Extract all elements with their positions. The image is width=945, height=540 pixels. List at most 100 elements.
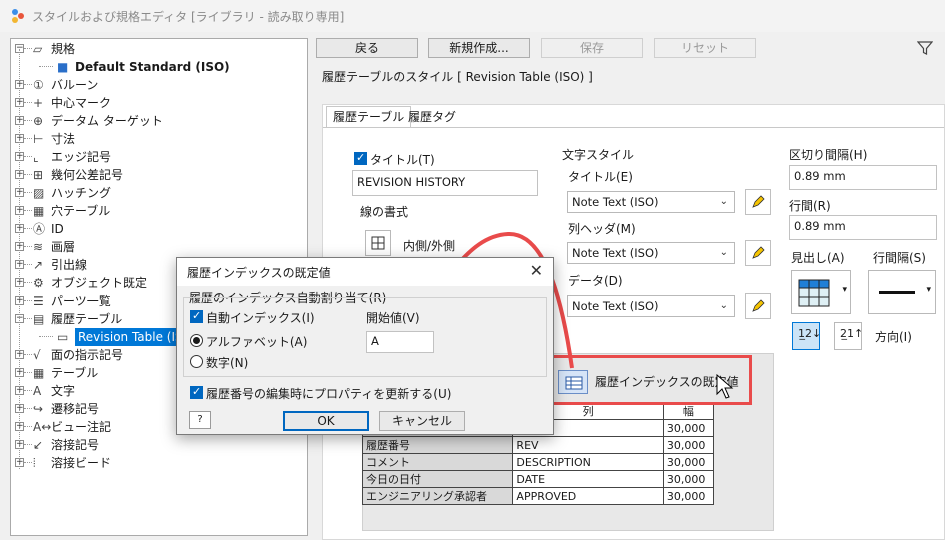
direction-down-button[interactable]: 1̲2↓ — [792, 322, 821, 350]
object-defaults-icon: ⚙ — [33, 276, 44, 290]
tree-connector — [24, 282, 32, 283]
title-bar: スタイルおよび規格エディタ [ライブラリ - 読み取り専用] — [0, 0, 945, 32]
table-row[interactable]: 今日の日付 DATE 30,000 — [361, 470, 715, 488]
edge-symbol-icon: ⌞ — [33, 150, 39, 164]
tree-item-label: バルーン — [51, 78, 99, 92]
tree-item[interactable]: + ⊢ 寸法 — [11, 130, 307, 148]
row-gap-dropdown[interactable]: ▾ — [868, 270, 936, 314]
back-button[interactable]: 戻る — [316, 38, 418, 58]
tree-item[interactable]: + ▦ 穴テーブル — [11, 202, 307, 220]
dialog-title: 履歴インデックスの既定値 — [187, 266, 331, 280]
table-heading-icon — [798, 279, 830, 307]
tree-item-label: ビュー注記 — [51, 420, 112, 434]
data-style-edit-button[interactable] — [745, 293, 771, 319]
header-width-cell: 幅 — [662, 402, 715, 420]
table-row[interactable]: エンジニアリング承認者 APPROVED 30,000 — [361, 487, 715, 505]
help-icon[interactable]: ? — [189, 411, 211, 429]
cell-width: 30,000 — [662, 453, 715, 471]
title-style-edit-button[interactable] — [745, 189, 771, 215]
close-icon[interactable]: ✕ — [530, 261, 543, 280]
tree-item-label: 穴テーブル — [51, 204, 111, 218]
spacing-field[interactable]: 0.89 mm — [789, 165, 937, 190]
revision-index-defaults-button[interactable] — [558, 370, 588, 394]
title-checkbox-label: タイトル(T) — [370, 153, 435, 167]
caret-down-icon: ▾ — [842, 285, 847, 295]
tree-guide — [19, 49, 20, 469]
numeric-label: 数字(N) — [206, 356, 249, 370]
tree-connector — [24, 120, 32, 121]
title-style-select[interactable]: Note Text (ISO) ⌄ — [567, 191, 735, 213]
tree-item-label: 溶接記号 — [51, 438, 100, 452]
heading-position-dropdown[interactable]: ▾ — [791, 270, 851, 314]
cell-width: 30,000 — [662, 487, 715, 505]
tree-item-label: 面の指示記号 — [51, 348, 124, 362]
tree-item[interactable]: + ⌞ エッジ記号 — [11, 148, 307, 166]
numeric-radio[interactable] — [190, 355, 203, 368]
dimension-icon: ⊢ — [33, 132, 44, 146]
cancel-button[interactable]: キャンセル — [379, 411, 465, 431]
tree-connector — [24, 192, 32, 193]
text-icon: A — [33, 384, 42, 398]
tree-connector — [24, 84, 32, 85]
revision-table-icon: ▤ — [33, 312, 45, 326]
title-checkbox[interactable] — [354, 151, 367, 165]
new-button[interactable]: 新規作成... — [428, 38, 530, 58]
tab-revision-table[interactable]: 履歴テーブル — [326, 106, 412, 128]
tree-connector — [24, 102, 32, 103]
col-header-style-edit-button[interactable] — [745, 240, 771, 266]
tree-connector — [24, 300, 32, 301]
tree-item[interactable]: + ⊞ 幾何公差記号 — [11, 166, 307, 184]
hole-table-icon: ▦ — [33, 204, 45, 218]
leader-icon: ↗ — [33, 258, 44, 272]
title-text-field[interactable]: REVISION HISTORY — [352, 170, 538, 196]
revision-index-defaults-dialog[interactable]: 履歴インデックスの既定値 ✕ 履歴のインデックス自動割り当て(R) 自動インデッ… — [176, 257, 554, 435]
tree-item[interactable]: + ① バルーン — [11, 76, 307, 94]
table-icon — [565, 376, 583, 390]
cell-width: 30,000 — [662, 436, 715, 454]
tree-item-label: データム ターゲット — [51, 114, 163, 128]
direction-label: 方向(I) — [875, 330, 912, 344]
tree-item[interactable]: − ▱ 規格 — [11, 40, 307, 58]
pencil-icon — [752, 195, 765, 208]
reset-button[interactable]: リセット — [654, 38, 756, 58]
alphabet-radio[interactable] — [190, 334, 203, 347]
tree-item[interactable]: + ↙ 溶接記号 — [11, 436, 307, 454]
tree-connector — [24, 174, 32, 175]
cell-col: APPROVED — [512, 487, 664, 505]
auto-index-checkbox[interactable] — [190, 309, 203, 323]
tree-connector — [24, 426, 32, 427]
line-format-button[interactable] — [365, 230, 391, 256]
row-gap-label: 行間隔(S) — [873, 251, 926, 265]
update-properties-checkbox[interactable] — [190, 385, 203, 399]
tree-item-label: 幾何公差記号 — [51, 168, 124, 182]
filter-icon[interactable] — [917, 40, 933, 56]
tree-item-label: ハッチング — [51, 186, 112, 200]
tree-item-label: Default Standard (ISO) — [75, 60, 230, 74]
tree-item-label: 遷移記号 — [51, 402, 100, 416]
tree-item-label: 画層 — [51, 240, 76, 254]
tab-revision-tag[interactable]: 履歴タグ — [402, 107, 462, 129]
tree-item[interactable]: ■ Default Standard (ISO) — [11, 58, 307, 76]
tree-item[interactable]: + ⦙ 溶接ビード — [11, 454, 307, 472]
tree-item[interactable]: + ≋ 画層 — [11, 238, 307, 256]
spacing-label: 区切り間隔(H) — [789, 148, 868, 162]
save-button[interactable]: 保存 — [541, 38, 643, 58]
table-row[interactable]: 履歴番号 REV 30,000 — [361, 436, 715, 454]
tree-item[interactable]: + Ⓐ ID — [11, 220, 307, 238]
row-spacing-field[interactable]: 0.89 mm — [789, 215, 937, 240]
grid-lines-icon — [371, 236, 385, 250]
style-title: 履歴テーブルのスタイル [ Revision Table (ISO) ] — [322, 70, 593, 84]
tree-connector — [39, 336, 53, 337]
tree-item[interactable]: + ▨ ハッチング — [11, 184, 307, 202]
tree-item[interactable]: + ⊕ データム ターゲット — [11, 112, 307, 130]
chevron-down-icon: ⌄ — [719, 196, 728, 207]
start-value-field[interactable]: A — [366, 331, 434, 353]
tree-connector — [24, 138, 32, 139]
weld-symbol-icon: ↙ — [33, 438, 44, 452]
start-value-label: 開始値(V) — [366, 311, 420, 325]
tree-connector — [24, 48, 32, 49]
ok-button[interactable]: OK — [283, 411, 369, 431]
tree-item[interactable]: + + 中心マーク — [11, 94, 307, 112]
direction-up-button[interactable]: 2̲1↑ — [834, 322, 863, 350]
table-row[interactable]: コメント DESCRIPTION 30,000 — [361, 453, 715, 471]
